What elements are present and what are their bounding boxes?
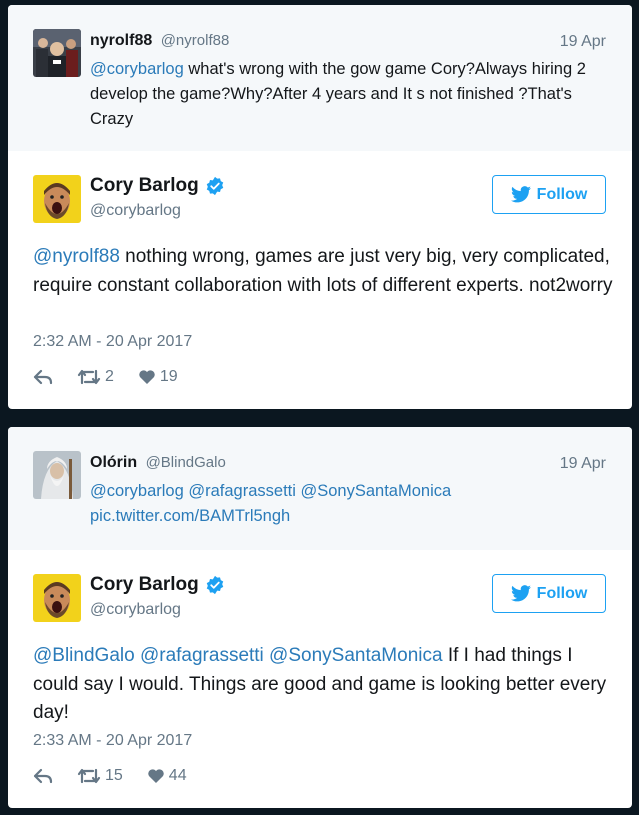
heart-icon (148, 769, 164, 783)
tweet-actions: 2 19 (33, 368, 202, 386)
retweet-count: 15 (105, 767, 123, 784)
retweet-button[interactable]: 15 (77, 767, 123, 785)
avatar[interactable] (33, 451, 81, 499)
follow-label: Follow (536, 185, 588, 203)
avatar[interactable] (33, 574, 81, 622)
author-name[interactable]: Olórin (90, 454, 137, 471)
retweet-icon (77, 369, 101, 385)
tweet-text: @corybarlog what's wrong with the gow ga… (90, 60, 586, 128)
follow-button[interactable]: Follow (492, 574, 606, 613)
tweet-card: nyrolf88 @nyrolf88 19 Apr @corybarlog wh… (8, 5, 632, 409)
like-count: 19 (159, 368, 178, 385)
tweet-text: @BlindGalo @rafagrassetti @SonySantaMoni… (33, 645, 607, 723)
tweet-text: @nyrolf88 nothing wrong, games are just … (33, 246, 613, 296)
reply-button[interactable] (33, 768, 53, 784)
heart-icon (139, 370, 155, 384)
mention-links[interactable]: @BlindGalo @rafagrassetti @SonySantaMoni… (33, 645, 443, 666)
author-name[interactable]: nyrolf88 (90, 32, 152, 49)
like-button[interactable]: 19 (138, 368, 178, 386)
tweet-timestamp[interactable]: 2:32 AM - 20 Apr 2017 (33, 333, 192, 351)
tweet-actions: 15 44 (33, 767, 211, 785)
twitter-bird-icon (510, 585, 531, 602)
reply-button[interactable] (33, 369, 53, 385)
author-name[interactable]: Cory Barlog (90, 574, 199, 596)
twitter-bird-icon (510, 186, 531, 203)
mention-link[interactable]: @nyrolf88 (33, 246, 120, 267)
author-handle[interactable]: @nyrolf88 (161, 32, 230, 49)
pic-link[interactable]: pic.twitter.com/BAMTrl5ngh (90, 507, 290, 525)
tweet-date[interactable]: 19 Apr (560, 455, 606, 473)
avatar[interactable] (33, 29, 81, 77)
verified-badge-icon (206, 176, 223, 196)
author-handle[interactable]: @corybarlog (90, 202, 181, 220)
retweet-icon (77, 768, 101, 784)
tweet-timestamp[interactable]: 2:33 AM - 20 Apr 2017 (33, 732, 192, 750)
parent-tweet[interactable]: Olórin @BlindGalo 19 Apr @corybarlog @ra… (8, 427, 632, 550)
like-button[interactable]: 44 (147, 767, 187, 785)
retweet-button[interactable]: 2 (77, 368, 114, 386)
verified-badge-icon (206, 575, 223, 595)
retweet-count: 2 (105, 368, 114, 385)
parent-tweet[interactable]: nyrolf88 @nyrolf88 19 Apr @corybarlog wh… (8, 5, 632, 151)
like-count: 44 (168, 767, 187, 784)
follow-label: Follow (536, 584, 588, 602)
reply-icon (33, 369, 53, 385)
author-name[interactable]: Cory Barlog (90, 175, 199, 197)
tweet-card: Olórin @BlindGalo 19 Apr @corybarlog @ra… (8, 427, 632, 808)
tweet-date[interactable]: 19 Apr (560, 33, 606, 51)
avatar[interactable] (33, 175, 81, 223)
mention-link[interactable]: @corybarlog (90, 60, 184, 78)
tweet-text: @corybarlog @rafagrassetti @SonySantaMon… (90, 479, 610, 529)
reply-icon (33, 768, 53, 784)
follow-button[interactable]: Follow (492, 175, 606, 214)
mention-links[interactable]: @corybarlog @rafagrassetti @SonySantaMon… (90, 482, 451, 500)
author-handle[interactable]: @corybarlog (90, 601, 181, 619)
author-handle[interactable]: @BlindGalo (146, 454, 226, 471)
